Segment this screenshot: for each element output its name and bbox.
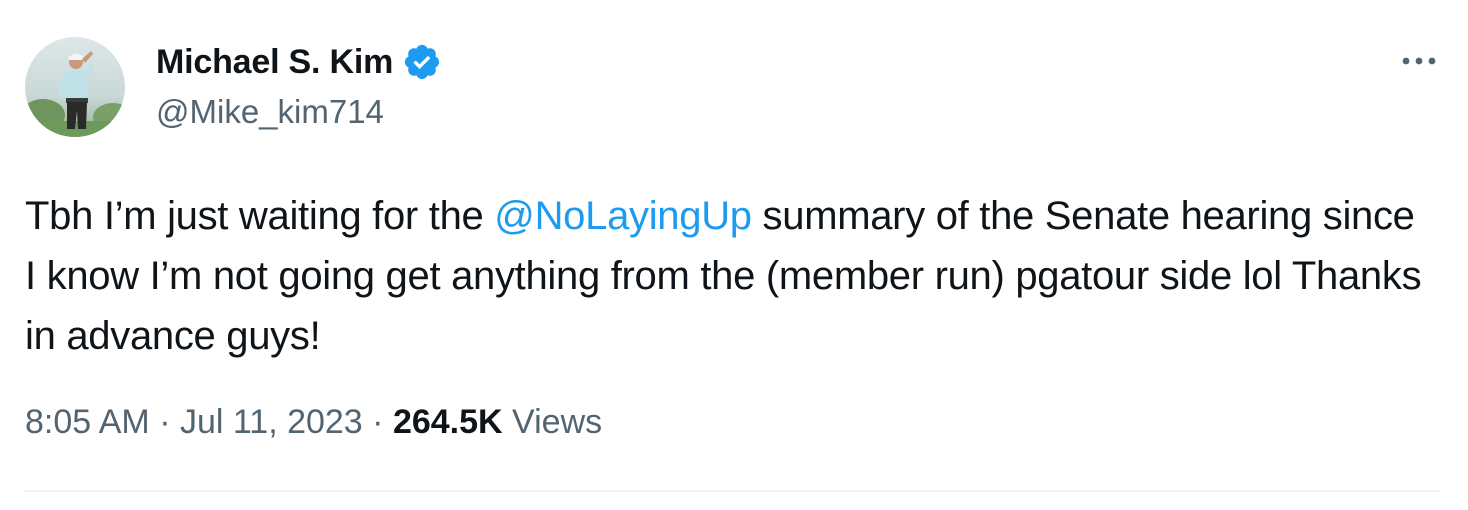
tweet-meta: 8:05 AM · Jul 11, 2023 · 264.5K Views — [25, 403, 602, 442]
more-options-button[interactable] — [1398, 44, 1440, 78]
avatar[interactable] — [25, 37, 125, 137]
avatar-image — [25, 37, 125, 137]
views-count: 264.5K — [392, 403, 503, 441]
tweet-time[interactable]: 8:05 AM — [25, 403, 150, 441]
author-name-row: Michael S. Kim — [156, 39, 442, 85]
tweet-text-part: Tbh I’m just waiting for the — [25, 194, 495, 238]
author-handle[interactable]: @Mike_kim714 — [156, 93, 384, 131]
author-display-name[interactable]: Michael S. Kim — [156, 43, 393, 82]
mention-link[interactable]: @NoLayingUp — [494, 194, 752, 238]
meta-separator: · — [159, 403, 171, 441]
tweet-text: Tbh I’m just waiting for the @NoLayingUp… — [25, 186, 1425, 366]
meta-separator: · — [372, 403, 384, 441]
tweet-date[interactable]: Jul 11, 2023 — [180, 403, 363, 441]
views-label: Views — [512, 403, 603, 441]
verified-badge-icon — [402, 42, 442, 82]
divider — [25, 490, 1441, 492]
tweet-card: Michael S. Kim @Mike_kim714 Tbh I’m just… — [0, 0, 1468, 510]
more-horizontal-icon — [1402, 57, 1436, 65]
